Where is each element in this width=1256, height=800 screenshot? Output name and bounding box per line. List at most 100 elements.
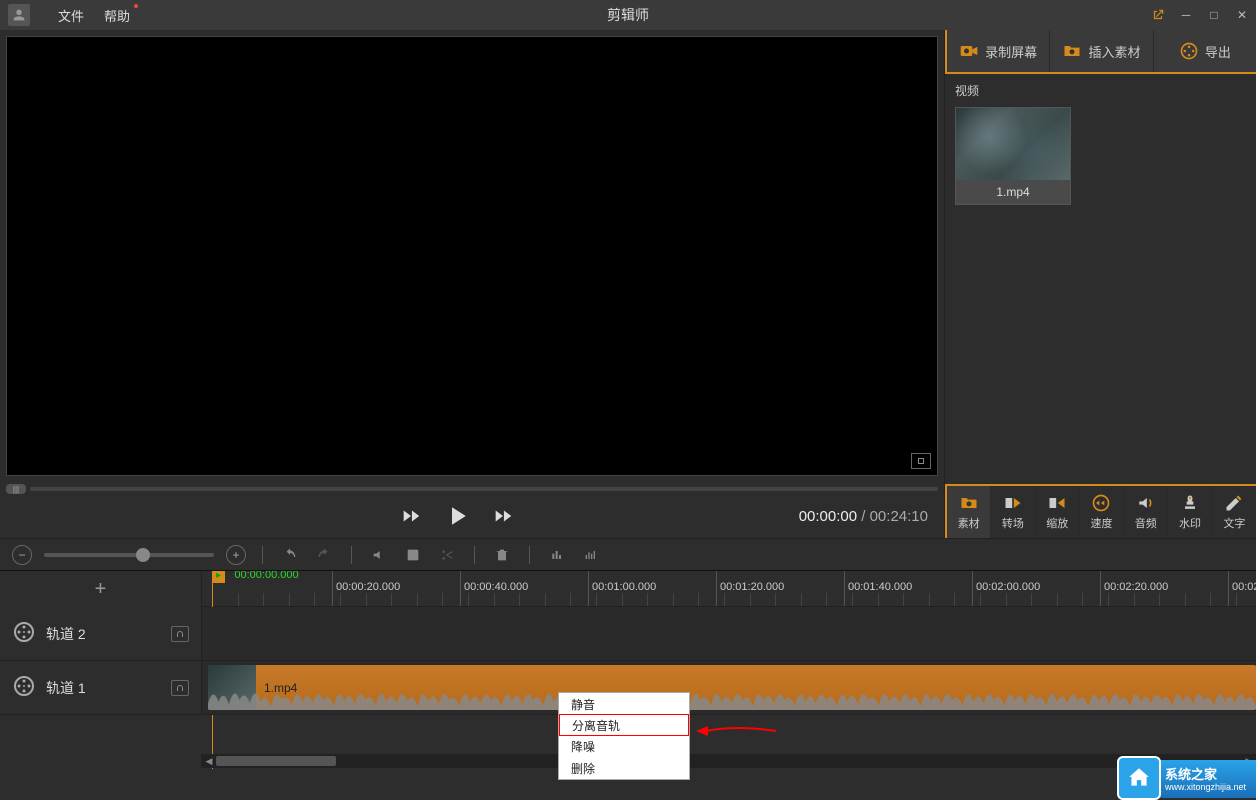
ruler-tick-label: 00:02:00.000: [976, 581, 1040, 593]
track-1-body[interactable]: 1.mp4: [202, 661, 1256, 714]
track-row-2: 轨道 2: [0, 607, 1256, 661]
folder-icon: [959, 493, 979, 513]
tab-export-label: 导出: [1205, 42, 1231, 61]
ctx-separate-audio[interactable]: 分离音轨: [559, 714, 689, 736]
tab-record-screen[interactable]: 录制屏幕: [947, 30, 1050, 72]
rb-material[interactable]: 素材: [947, 486, 991, 538]
rb-audio[interactable]: 音频: [1124, 486, 1168, 538]
tab-insert-media[interactable]: 插入素材: [1050, 30, 1153, 72]
mute-button[interactable]: [368, 544, 390, 566]
rb-zoom-label: 缩放: [1046, 515, 1068, 531]
main-area: ||| 00:00:00 / 00:24:10 录制屏幕 插入素材: [0, 30, 1256, 538]
record-camera-icon: [959, 41, 979, 61]
popout-button[interactable]: [1150, 7, 1166, 23]
cut-button[interactable]: [436, 544, 458, 566]
rb-speed-label: 速度: [1090, 515, 1112, 531]
menu-file[interactable]: 文件: [48, 6, 94, 25]
rb-transition-label: 转场: [1002, 515, 1024, 531]
scissors-icon: [439, 547, 455, 563]
track-head-1: 轨道 1: [0, 661, 202, 714]
scroll-thumb[interactable]: [216, 756, 336, 766]
ctx-denoise[interactable]: 降噪: [559, 735, 689, 757]
minimize-button[interactable]: ─: [1178, 7, 1194, 23]
maximize-button[interactable]: □: [1206, 7, 1222, 23]
fx-icon: [405, 547, 421, 563]
tab-insert-label: 插入素材: [1088, 42, 1140, 61]
media-thumb-caption: 1.mp4: [956, 180, 1070, 204]
fullscreen-button[interactable]: [911, 453, 931, 469]
timeline-clip-1[interactable]: 1.mp4: [208, 665, 1256, 710]
close-button[interactable]: ✕: [1234, 7, 1250, 23]
user-avatar[interactable]: [8, 4, 30, 26]
scrub-track[interactable]: [30, 487, 938, 491]
ruler-tick-label: 00:00:20.000: [336, 581, 400, 593]
house-icon: [1117, 756, 1161, 800]
folder-camera-icon: [1062, 41, 1082, 61]
zoom-in-button[interactable]: +: [226, 545, 246, 565]
rb-material-label: 素材: [958, 515, 980, 531]
speaker-small-icon: [371, 547, 387, 563]
ruler-tick-label: 00:01:00.000: [592, 581, 656, 593]
scrub-handle[interactable]: |||: [6, 484, 26, 494]
context-menu: 静音 分离音轨 降噪 删除: [558, 692, 690, 780]
ctx-delete[interactable]: 删除: [559, 757, 689, 779]
right-bottom-toolbar: 素材 转场 缩放 速度 音频 水印 文字: [945, 484, 1256, 538]
scroll-left-button[interactable]: ◀: [202, 754, 216, 768]
titlebar: 文件 帮助 剪辑师 ─ □ ✕: [0, 0, 1256, 30]
rb-watermark-label: 水印: [1179, 515, 1201, 531]
ruler-tick-label: 00:01:40.000: [848, 581, 912, 593]
menu-help-label: 帮助: [104, 9, 130, 24]
preview-pane: ||| 00:00:00 / 00:24:10: [0, 30, 944, 538]
rb-speed[interactable]: 速度: [1080, 486, 1124, 538]
rewind-button[interactable]: [400, 505, 422, 527]
lock-icon: [177, 685, 183, 691]
annotation-arrow: [696, 723, 776, 742]
add-track-button[interactable]: +: [95, 578, 107, 601]
track-2-lock[interactable]: [171, 626, 189, 642]
play-button[interactable]: [442, 501, 472, 531]
timecode-current: 00:00:00: [799, 508, 857, 525]
rb-watermark[interactable]: 水印: [1168, 486, 1212, 538]
site-watermark: 系统之家 www.xitongzhijia.net: [1135, 760, 1256, 798]
track-2-body[interactable]: [202, 607, 1256, 660]
timecode: 00:00:00 / 00:24:10: [799, 508, 928, 525]
ctx-mute[interactable]: 静音: [559, 693, 689, 715]
redo-button[interactable]: [313, 544, 335, 566]
rb-zoom[interactable]: 缩放: [1036, 486, 1080, 538]
undo-button[interactable]: [279, 544, 301, 566]
equalizer2-button[interactable]: [580, 544, 602, 566]
clip-waveform: [208, 683, 1256, 710]
menu-help[interactable]: 帮助: [94, 6, 140, 25]
timeline-toolbar: − +: [0, 538, 1256, 570]
preview-viewport[interactable]: [6, 36, 938, 476]
pencil-icon: [1224, 493, 1244, 513]
rb-transition[interactable]: 转场: [991, 486, 1035, 538]
right-panel: 录制屏幕 插入素材 导出 视频 1.mp4 素材 转场 缩放: [944, 30, 1256, 538]
tab-export[interactable]: 导出: [1154, 30, 1256, 72]
track-head-2: 轨道 2: [0, 607, 202, 660]
zoom-slider-handle[interactable]: [136, 548, 150, 562]
lock-icon: [177, 631, 183, 637]
zoom-slider[interactable]: [44, 553, 214, 557]
media-section-label: 视频: [955, 82, 1246, 99]
scrub-bar[interactable]: |||: [6, 484, 938, 494]
time-ruler[interactable]: ▸ 00:00:00.000 00:00:20.00000:00:40.0000…: [202, 571, 1256, 607]
fullscreen-icon: [918, 458, 924, 464]
popout-icon: [1151, 8, 1165, 22]
film-reel-icon: [12, 674, 36, 701]
track-2-label: 轨道 2: [46, 624, 161, 644]
playback-controls: 00:00:00 / 00:24:10: [6, 494, 938, 538]
zoom-out-button[interactable]: −: [12, 545, 32, 565]
effects-button[interactable]: [402, 544, 424, 566]
user-icon: [11, 7, 27, 23]
app-title: 剪辑师: [607, 5, 649, 25]
media-section: 视频 1.mp4: [945, 74, 1256, 213]
delete-button[interactable]: [491, 544, 513, 566]
forward-button[interactable]: [492, 505, 514, 527]
media-thumb-1[interactable]: 1.mp4: [955, 107, 1071, 205]
notification-dot-icon: [134, 4, 138, 8]
equalizer1-button[interactable]: [546, 544, 568, 566]
track-1-lock[interactable]: [171, 680, 189, 696]
rb-text[interactable]: 文字: [1213, 486, 1256, 538]
zoom-icon: [1047, 493, 1067, 513]
